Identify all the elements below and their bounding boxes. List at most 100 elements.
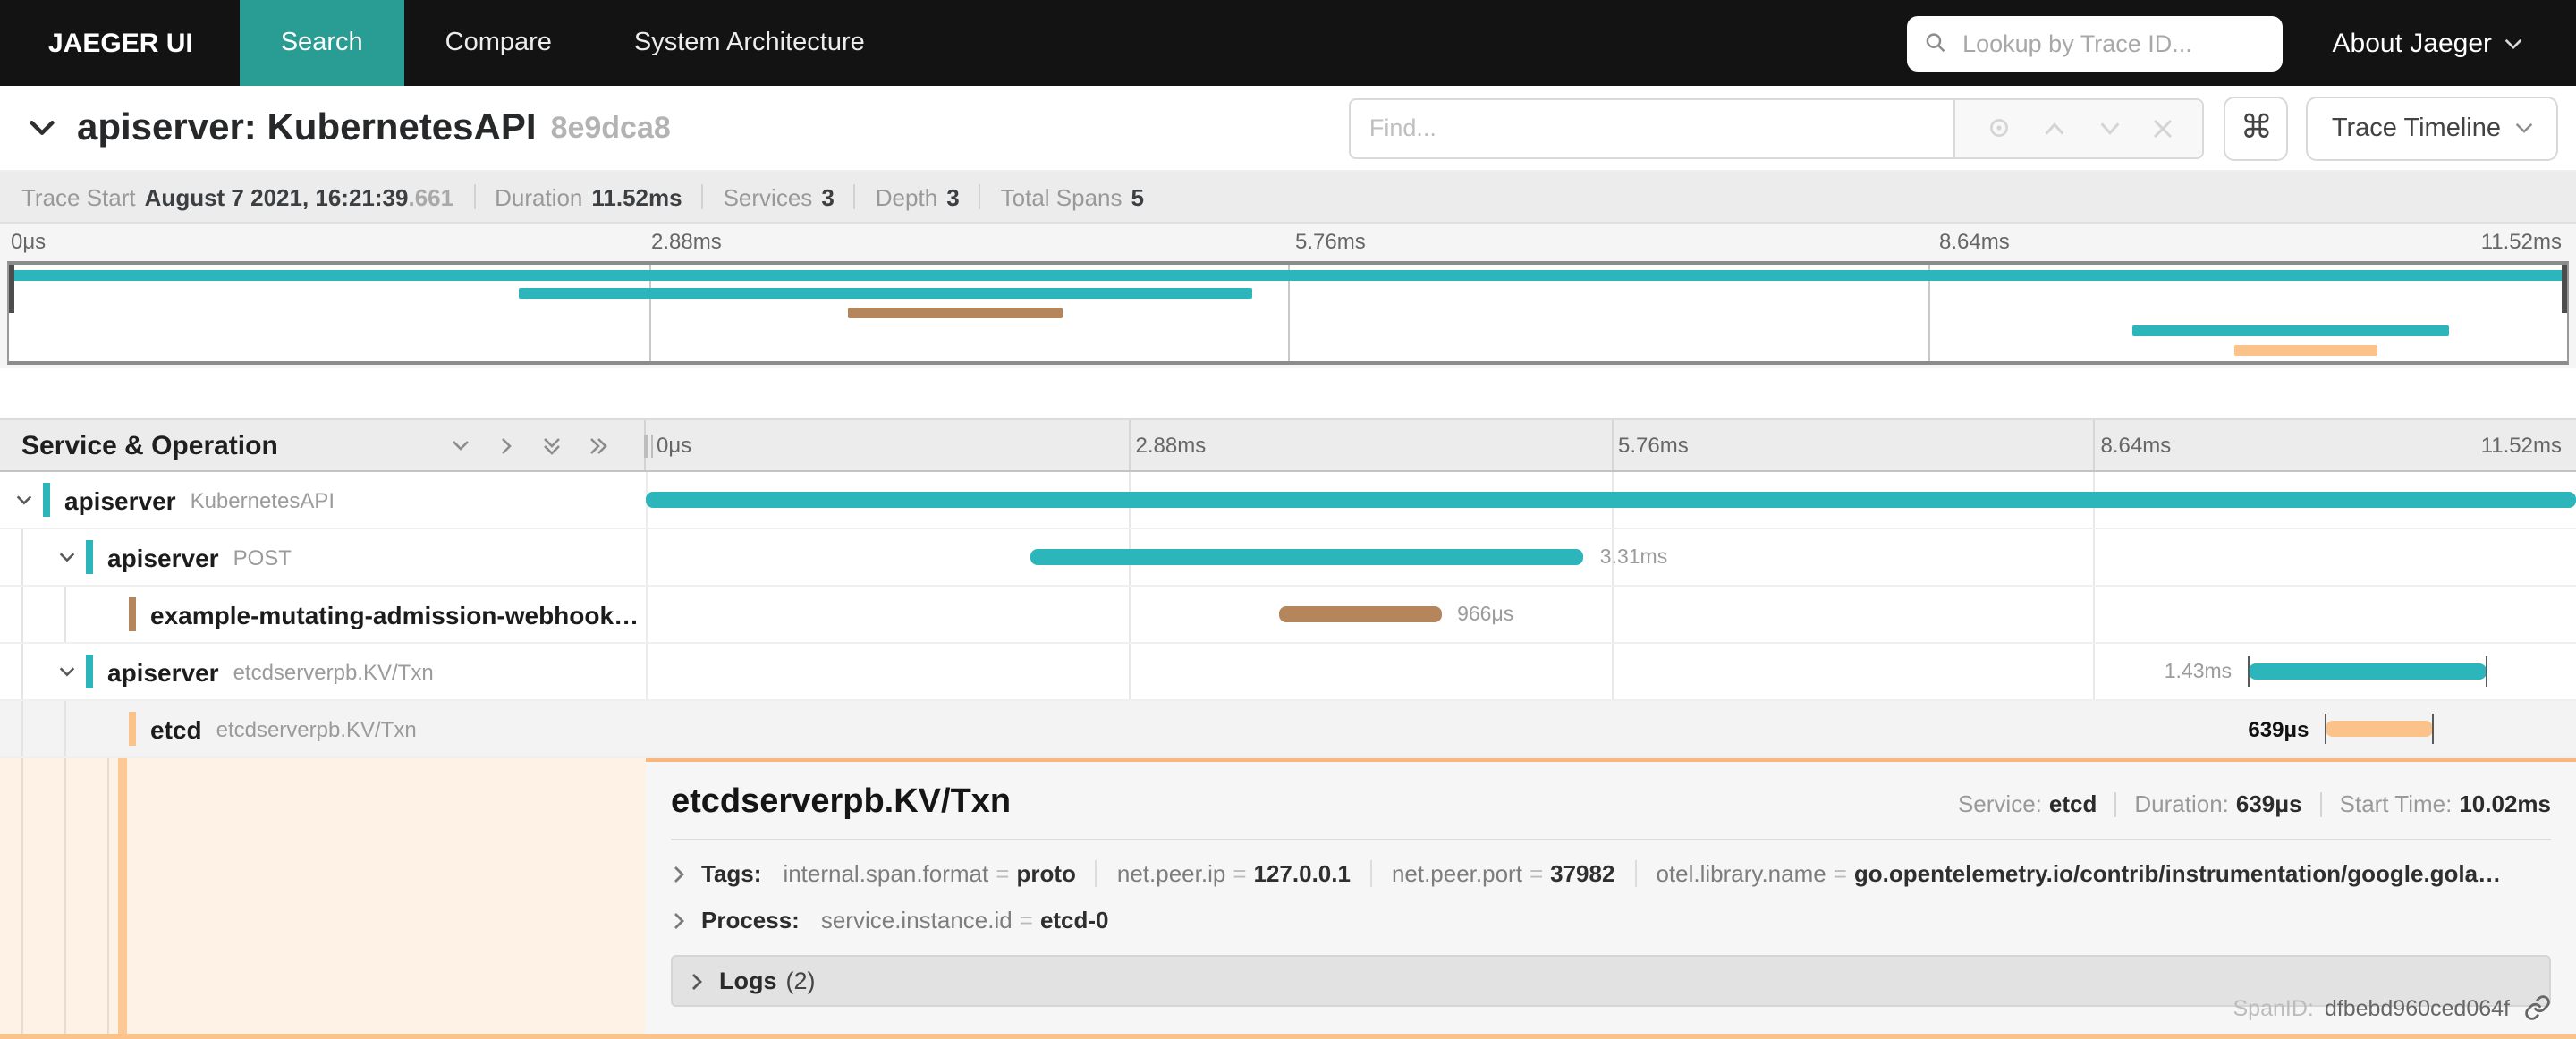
timeline-header-left: Service & Operation <box>0 420 653 470</box>
collapse-controls <box>449 434 644 457</box>
span-bar[interactable] <box>2248 663 2487 680</box>
service-name: apiserver <box>64 486 176 514</box>
expand-chevron-icon[interactable] <box>57 662 77 681</box>
overview-separator <box>2319 791 2322 816</box>
span-bar[interactable] <box>2325 721 2434 737</box>
span-row-etcd-etcdserverpb-kv-txn[interactable]: etcd etcdserverpb.KV/Txn 639μs <box>0 701 2576 758</box>
minimap-ticks: 0μs 2.88ms 5.76ms 8.64ms 11.52ms <box>0 224 2576 261</box>
span-name-cell[interactable]: etcd etcdserverpb.KV/Txn <box>0 701 646 756</box>
span-boundary-tick <box>2486 656 2488 687</box>
trace-view-selector[interactable]: Trace Timeline <box>2306 96 2558 160</box>
tick-label: 0μs <box>11 229 47 254</box>
span-bar-cell[interactable] <box>646 472 2576 528</box>
nav-item-system-architecture[interactable]: System Architecture <box>593 0 906 86</box>
find-prev-icon[interactable] <box>2044 119 2067 137</box>
expand-one-icon[interactable] <box>496 434 517 457</box>
timeline-minimap: 0μs 2.88ms 5.76ms 8.64ms 11.52ms <box>0 224 2576 368</box>
expand-all-icon[interactable] <box>587 434 610 457</box>
tree-guide-line <box>21 701 23 756</box>
minimap-scrubber-handle-right[interactable] <box>2562 265 2567 313</box>
tree-guide-line <box>21 644 23 699</box>
summary-separator <box>979 184 981 209</box>
collapse-all-icon[interactable] <box>540 434 564 457</box>
collapse-trace-chevron-icon[interactable] <box>25 111 59 145</box>
overview-label: Start Time: <box>2339 790 2453 817</box>
span-bar-cell[interactable]: 3.31ms <box>646 529 2576 585</box>
keyboard-shortcuts-button[interactable]: ⌘ <box>2224 96 2289 160</box>
tick-label: 11.52ms <box>2480 229 2562 254</box>
trace-id-lookup-input[interactable] <box>1959 28 2265 58</box>
tick-label: 8.64ms <box>2100 433 2172 458</box>
find-input[interactable] <box>1349 97 1956 158</box>
span-duration-label: 639μs <box>2248 716 2309 741</box>
tag-equals: = <box>1833 860 1847 887</box>
trace-id-lookup[interactable] <box>1906 15 2283 71</box>
span-boundary-tick <box>2247 656 2250 687</box>
summary-label: Depth <box>875 183 938 210</box>
tag-equals: = <box>1529 860 1544 887</box>
tag-equals: = <box>996 860 1010 887</box>
span-bar-cell[interactable]: 639μs <box>646 701 2576 756</box>
span-row-example-mutating-admission-webhook-span[interactable]: example-mutating-admission-webhook… 966μs <box>0 587 2576 644</box>
clear-find-icon[interactable] <box>2152 117 2174 139</box>
span-row-apiserver-post[interactable]: apiserver POST 3.31ms <box>0 529 2576 587</box>
summary-separator <box>701 184 704 209</box>
span-name-cell[interactable]: apiserver POST <box>0 529 646 585</box>
tick-label: 8.64ms <box>1939 229 2010 254</box>
overview-label: Service: <box>1957 790 2042 817</box>
span-bar[interactable] <box>1278 606 1442 622</box>
tag-equals: = <box>1019 907 1033 933</box>
span-name-cell[interactable]: example-mutating-admission-webhook… <box>0 587 646 642</box>
minimap-scrubber-handle-left[interactable] <box>9 265 14 313</box>
process-row[interactable]: Process: service.instance.id = etcd-0 <box>671 907 2551 933</box>
tag-value: 127.0.0.1 <box>1253 860 1351 887</box>
summary-separator <box>473 184 476 209</box>
nav-item-compare[interactable]: Compare <box>404 0 593 86</box>
locate-span-icon[interactable] <box>1986 114 2012 141</box>
top-nav: JAEGER UI Search Compare System Architectu… <box>0 0 2576 86</box>
span-detail-row: etcdserverpb.KV/Txn Service: etcd Duration… <box>0 758 2576 1039</box>
span-bar[interactable] <box>646 492 2576 508</box>
span-row-apiserver-etcdserverpb-kv-txn[interactable]: apiserver etcdserverpb.KV/Txn 1.43ms <box>0 644 2576 701</box>
span-bar-cell[interactable]: 1.43ms <box>646 644 2576 699</box>
tick-label: 2.88ms <box>1135 433 1207 458</box>
about-jaeger-menu[interactable]: About Jaeger <box>2333 28 2522 58</box>
nav-item-search[interactable]: Search <box>239 0 404 86</box>
span-name-cell[interactable]: apiserver KubernetesAPI <box>0 472 646 528</box>
trace-header: apiserver: KubernetesAPI 8e9dca8 ⌘ Trace… <box>0 86 2576 172</box>
timeline-header: Service & Operation 0μs 2.88ms 5.76ms 8.64m… <box>0 418 2576 472</box>
minimap-span-bar <box>2131 325 2450 337</box>
chevron-down-icon <box>2504 38 2522 49</box>
span-detail-panel: etcdserverpb.KV/Txn Service: etcd Duration… <box>646 758 2576 1034</box>
expand-chevron-icon[interactable] <box>14 490 34 510</box>
deep-link-icon[interactable] <box>2524 994 2551 1021</box>
trace-summary-bar: Trace Start August 7 2021, 16:21:39.661 Du… <box>0 172 2576 224</box>
column-resizer-handle[interactable] <box>644 435 653 458</box>
overview-value: 639μs <box>2235 790 2302 817</box>
tag-key: net.peer.ip <box>1116 860 1226 887</box>
operation-name: POST <box>233 545 292 570</box>
operation-name: etcdserverpb.KV/Txn <box>216 716 417 741</box>
span-row-apiserver-kubernetesapi[interactable]: apiserver KubernetesAPI <box>0 472 2576 529</box>
timeline-header-ticks: 0μs 2.88ms 5.76ms 8.64ms 11.52ms <box>646 420 2576 470</box>
app-brand[interactable]: JAEGER UI <box>0 0 240 86</box>
span-name-cell[interactable]: apiserver etcdserverpb.KV/Txn <box>0 644 646 699</box>
span-bar[interactable] <box>1030 549 1584 565</box>
find-next-icon[interactable] <box>2097 119 2121 137</box>
minimap-canvas[interactable] <box>7 261 2569 365</box>
chevron-right-icon <box>674 866 684 882</box>
expand-chevron-icon[interactable] <box>57 547 77 567</box>
tag-net-peer-port: net.peer.port = 37982 <box>1369 860 1615 887</box>
collapse-one-icon[interactable] <box>449 435 472 456</box>
summary-separator <box>853 184 856 209</box>
main-menu: Search Compare System Architecture <box>239 0 906 86</box>
service-operation-header: Service & Operation <box>21 430 278 460</box>
tree-guide-line <box>21 529 23 585</box>
span-bar-cell[interactable]: 966μs <box>646 587 2576 642</box>
overview-item-service: Service: etcd <box>1958 790 2097 817</box>
tree-guide-line <box>64 758 66 1034</box>
tag-service-instance-id: service.instance.id = etcd-0 <box>821 907 1109 933</box>
tag-value: 37982 <box>1550 860 1615 887</box>
tags-row[interactable]: Tags: internal.span.format = proto net.peer… <box>671 860 2551 887</box>
overview-label: Duration: <box>2134 790 2229 817</box>
